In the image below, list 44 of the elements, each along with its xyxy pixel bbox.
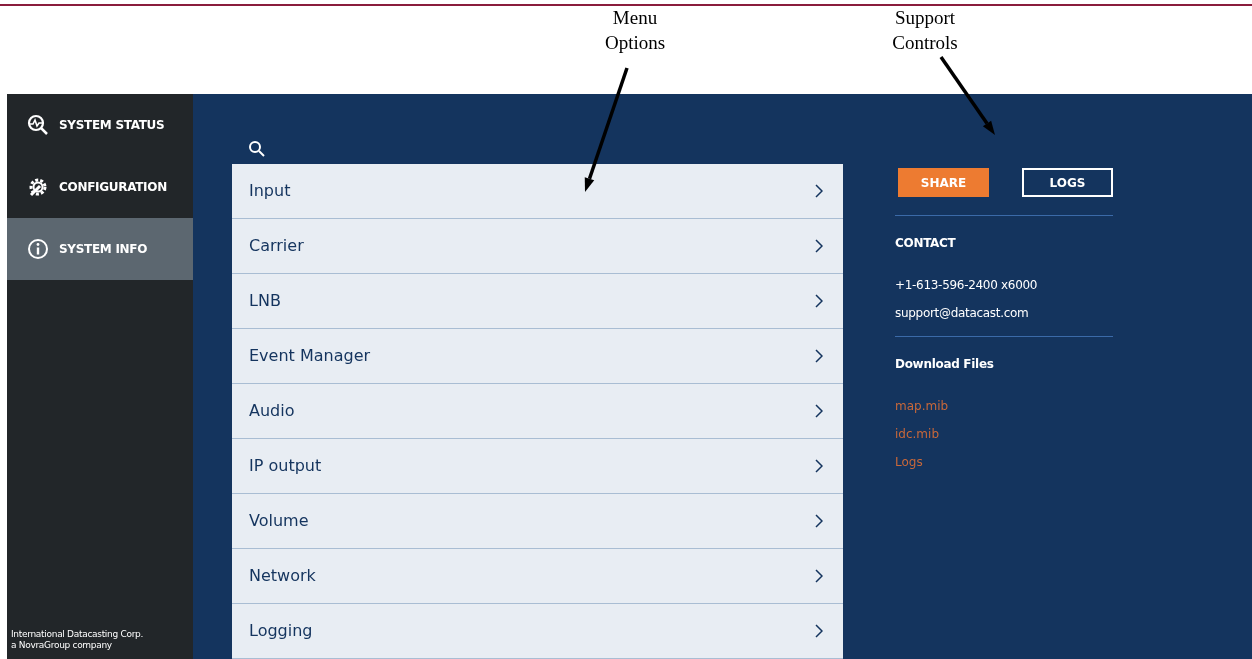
menu-label: Logging [249,620,313,642]
chevron-right-icon [815,459,823,473]
chevron-right-icon [815,294,823,308]
info-icon [27,238,49,260]
logs-button[interactable]: LOGS [1022,168,1113,197]
menu-label: Volume [249,510,309,532]
phone-number: +1-613-596-2400 x6000 [895,277,1039,294]
menu-label: IP output [249,455,322,477]
annotation-label: Support Controls [891,6,959,55]
menu-label: Carrier [249,235,304,257]
section-heading: CONTACT [895,235,957,252]
menu-item[interactable]: Carrier [232,219,843,274]
menu-item[interactable]: Audio [232,384,843,439]
chevron-right-icon [815,624,823,638]
email-address: support@datacast.com [895,305,1030,322]
sidebar-label: SYSTEM STATUS [59,117,165,134]
menu-item[interactable]: Logging [232,604,843,659]
gear-wrench-icon [27,176,49,198]
sidebar-label: SYSTEM INFO [59,241,148,258]
menu-item[interactable]: IP output [232,439,843,494]
chevron-right-icon [815,514,823,528]
footer-text: a NovraGroup company [11,640,113,651]
search-icon[interactable] [248,140,266,158]
menu-label: LNB [249,290,281,312]
menu-item[interactable]: Network [232,549,843,604]
menu-item[interactable]: LNB [232,274,843,329]
chevron-right-icon [815,239,823,253]
menu-label: Audio [249,400,295,422]
menu-item[interactable]: Input [232,164,843,219]
menu-item[interactable]: Event Manager [232,329,843,384]
menu-label: Input [249,180,291,202]
menu-label: Network [249,565,316,587]
menu-label: Event Manager [249,345,371,367]
sidebar-label: CONFIGURATION [59,179,167,196]
menu-item[interactable]: Volume [232,494,843,549]
sidebar-item[interactable]: SYSTEM INFO [7,218,193,280]
chevron-right-icon [815,404,823,418]
magnifier-pulse-icon [27,114,49,136]
chevron-right-icon [815,184,823,198]
chevron-right-icon [815,349,823,363]
chevron-right-icon [815,569,823,583]
annotation-label: Menu Options [603,6,667,55]
footer-text: International Datacasting Corp. [11,629,144,640]
section-heading: Download Files [895,356,995,373]
